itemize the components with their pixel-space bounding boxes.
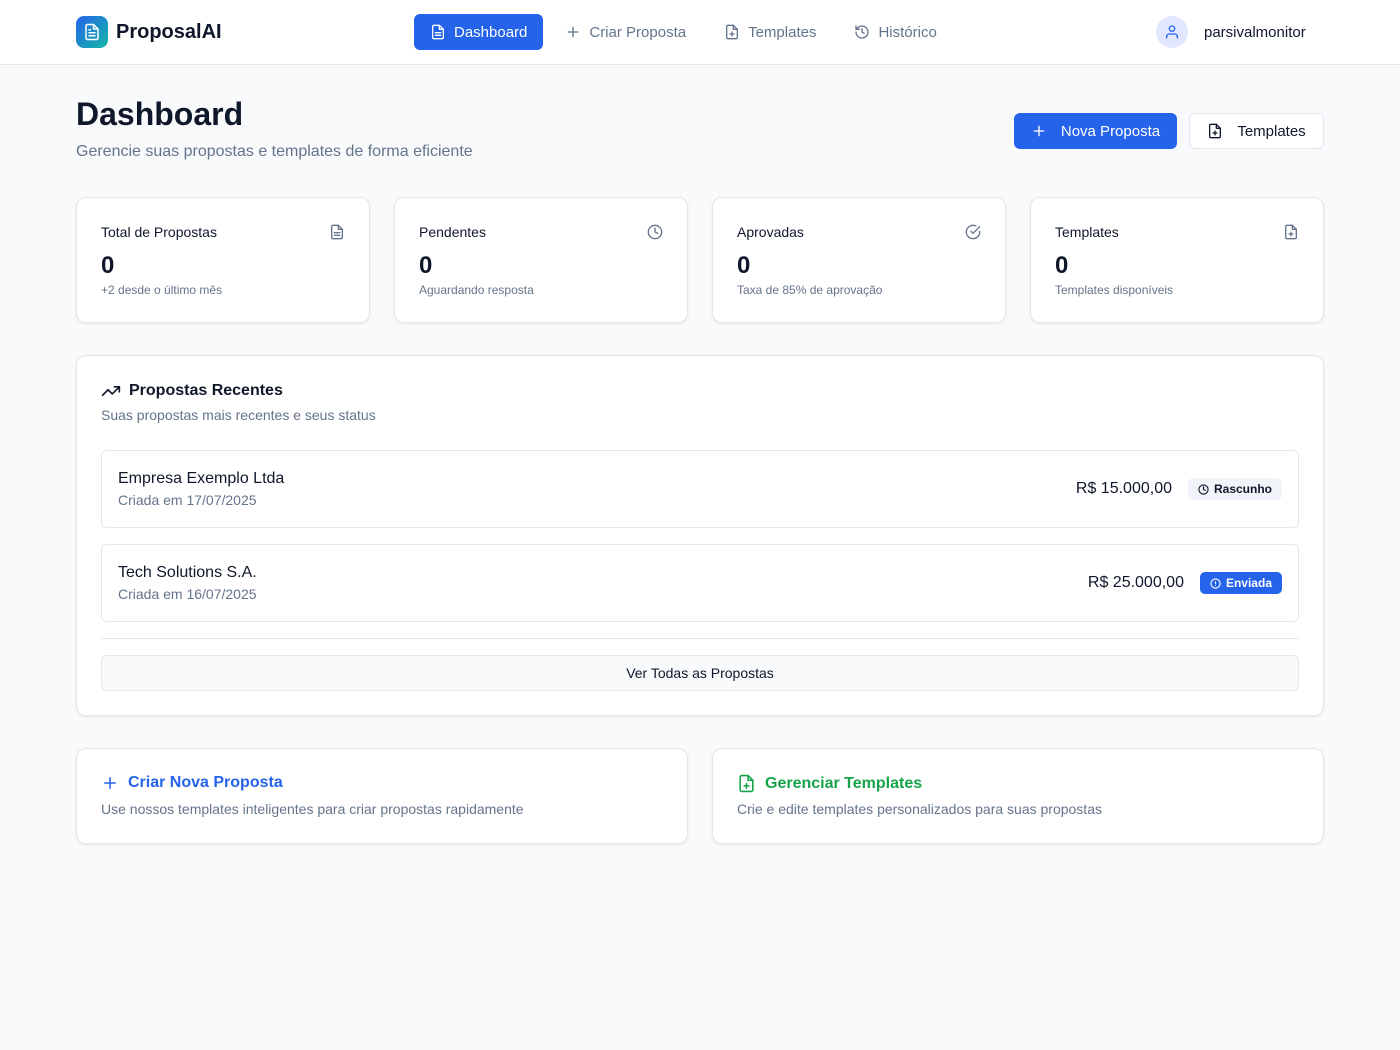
recent-proposals-card: Propostas Recentes Suas propostas mais r… — [76, 355, 1324, 716]
file-plus-icon — [724, 24, 740, 40]
status-badge: Enviada — [1199, 572, 1282, 594]
file-text-icon — [329, 224, 345, 240]
divider — [101, 638, 1299, 639]
create-proposal-card[interactable]: Criar Nova Proposta Use nossos templates… — [76, 748, 688, 844]
proposal-company: Tech Solutions S.A. — [118, 564, 257, 581]
action-description: Use nossos templates inteligentes para c… — [101, 801, 524, 817]
proposal-row[interactable]: Empresa Exemplo Ltda Criada em 17/07/202… — [101, 450, 1299, 528]
action-title-label: Criar Nova Proposta — [128, 774, 283, 791]
clock-icon — [647, 224, 663, 240]
stat-value: 0 — [1055, 252, 1069, 279]
stat-card-total: Total de Propostas 0 +2 desde o último m… — [76, 197, 370, 323]
stat-card-templates: Templates 0 Templates disponíveis — [1030, 197, 1324, 323]
plus-icon — [1031, 123, 1047, 139]
stat-title: Pendentes — [419, 224, 486, 240]
file-text-icon — [76, 16, 108, 48]
proposal-meta: R$ 15.000,00 Rascunho — [1076, 451, 1282, 527]
action-title: Criar Nova Proposta — [101, 774, 283, 792]
stat-value: 0 — [419, 252, 433, 279]
stat-card-approved: Aprovadas 0 Taxa de 85% de aprovação — [712, 197, 1006, 323]
nav-historico[interactable]: Histórico — [838, 14, 952, 50]
status-label: Enviada — [1225, 576, 1272, 590]
view-all-proposals-button[interactable]: Ver Todas as Propostas — [101, 655, 1299, 691]
page-title: Dashboard — [76, 96, 244, 132]
proposal-date: Criada em 17/07/2025 — [118, 492, 257, 508]
plus-icon — [101, 774, 119, 792]
file-text-icon — [430, 24, 446, 40]
nav-criar-proposta[interactable]: Criar Proposta — [549, 14, 702, 50]
proposal-amount: R$ 15.000,00 — [1075, 480, 1172, 497]
nav-label: Templates — [748, 23, 817, 41]
status-badge: Rascunho — [1187, 478, 1282, 500]
manage-templates-card[interactable]: Gerenciar Templates Crie e edite templat… — [712, 748, 1324, 844]
file-plus-icon — [1207, 123, 1223, 139]
stat-subtext: +2 desde o último mês — [101, 283, 223, 297]
stat-value: 0 — [737, 252, 751, 279]
trending-up-icon — [101, 381, 121, 401]
nav-label: Criar Proposta — [589, 23, 687, 41]
action-description: Crie e edite templates personalizados pa… — [737, 801, 1102, 817]
plus-icon — [565, 24, 581, 40]
history-icon — [854, 24, 870, 40]
status-label: Rascunho — [1213, 482, 1272, 496]
file-plus-icon — [737, 774, 756, 793]
nav-templates[interactable]: Templates — [708, 14, 832, 50]
username: parsivalmonitor — [1204, 23, 1306, 41]
user-icon — [1156, 16, 1188, 48]
stat-subtext: Aguardando resposta — [419, 283, 534, 297]
top-header: ProposalAI Dashboard Criar Proposta Temp… — [0, 0, 1400, 65]
section-subtitle: Suas propostas mais recentes e seus stat… — [101, 407, 376, 423]
stat-card-pending: Pendentes 0 Aguardando resposta — [394, 197, 688, 323]
clock-icon — [1198, 483, 1209, 495]
proposal-meta: R$ 25.000,00 Enviada — [1088, 545, 1282, 621]
file-plus-icon — [1283, 224, 1299, 240]
action-title: Gerenciar Templates — [737, 774, 922, 793]
button-label: Templates — [1237, 122, 1306, 140]
stat-title: Templates — [1055, 224, 1119, 240]
stat-value: 0 — [101, 252, 115, 279]
stat-subtext: Templates disponíveis — [1055, 283, 1174, 297]
app-logo[interactable]: ProposalAI — [76, 16, 222, 48]
proposal-company: Empresa Exemplo Ltda — [118, 470, 285, 487]
check-circle-icon — [965, 224, 981, 240]
nav-dashboard[interactable]: Dashboard — [414, 14, 544, 50]
action-title-label: Gerenciar Templates — [765, 774, 923, 792]
stat-title: Aprovadas — [737, 224, 804, 240]
proposal-amount: R$ 25.000,00 — [1087, 574, 1184, 591]
nav-label: Dashboard — [454, 23, 528, 41]
recent-proposals-title: Propostas Recentes — [101, 381, 283, 401]
nav-label: Histórico — [878, 23, 937, 41]
page-subtitle: Gerencie suas propostas e templates de f… — [76, 143, 473, 160]
stat-subtext: Taxa de 85% de aprovação — [737, 283, 883, 297]
main-nav: Dashboard Criar Proposta Templates Histó… — [414, 14, 959, 50]
alert-circle-icon — [1210, 577, 1221, 589]
app-name: ProposalAI — [116, 20, 222, 43]
button-label: Nova Proposta — [1060, 122, 1161, 140]
stat-title: Total de Propostas — [101, 224, 217, 240]
proposal-date: Criada em 16/07/2025 — [118, 586, 257, 602]
proposal-row[interactable]: Tech Solutions S.A. Criada em 16/07/2025… — [101, 544, 1299, 622]
section-title: Propostas Recentes — [129, 382, 283, 399]
templates-button[interactable]: Templates — [1189, 113, 1324, 149]
new-proposal-button[interactable]: Nova Proposta — [1014, 113, 1177, 149]
user-menu[interactable]: parsivalmonitor — [1156, 16, 1306, 48]
